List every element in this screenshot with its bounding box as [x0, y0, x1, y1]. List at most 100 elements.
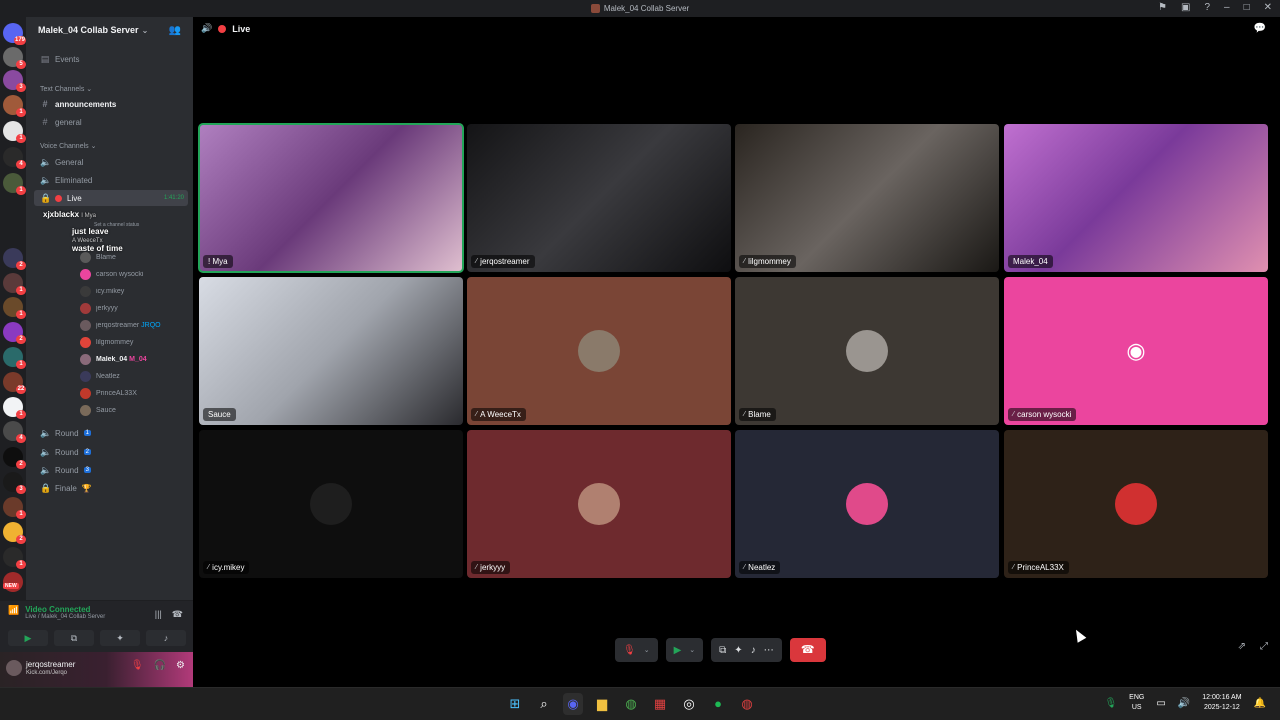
video-editor-icon[interactable]: ▦ [650, 693, 670, 715]
server-icon[interactable]: 1 [3, 121, 26, 143]
file-explorer-icon[interactable]: ▆ [592, 693, 612, 715]
titlebar-controls: ⚑ ▣ ? – □ ✕ [1158, 2, 1272, 14]
activities-icon[interactable]: ✦ [734, 645, 742, 656]
server-icon[interactable] [3, 572, 23, 592]
server-icon[interactable]: 3 [3, 70, 26, 92]
discord-app-icon[interactable]: ◉ [563, 693, 583, 715]
avatar-tile[interactable]: ⁄ PrinceAL33X [1004, 430, 1268, 578]
maximize-icon[interactable]: □ [1244, 2, 1250, 14]
channel-round-2[interactable]: 🔈 Round 2 [34, 444, 188, 460]
server-icon[interactable]: 22 [3, 372, 26, 394]
voice-status[interactable]: 📶 Video Connected Live / Malek_04 Collab… [8, 605, 105, 620]
avatar-tile[interactable]: ⁄ icy.mikey [199, 430, 463, 578]
avatar[interactable] [6, 660, 22, 676]
screen-share-icon[interactable]: ⧉ [719, 645, 726, 656]
inbox-icon[interactable]: ▣ [1181, 2, 1190, 14]
chevron-down-icon[interactable]: ⌄ [689, 646, 695, 654]
obs-icon[interactable]: ◎ [679, 693, 699, 715]
hash-icon: # [42, 117, 48, 127]
channel-events[interactable]: ▤ Events [34, 51, 188, 67]
camera-button[interactable]: ▶ [8, 630, 48, 646]
notifications-icon[interactable]: 🔔 [1254, 698, 1266, 709]
clock[interactable]: 12:00:16 AM 2025-12-12 [1202, 693, 1241, 713]
category-voice-channels[interactable]: Voice Channels ⌄ [40, 142, 96, 150]
direct-messages-icon[interactable]: 179 [3, 23, 26, 45]
volume-icon[interactable]: 🔊 [1178, 698, 1190, 709]
popout-icon[interactable]: ⇗ [1238, 641, 1246, 652]
channel-announcements[interactable]: # announcements [34, 96, 188, 112]
avatar-tile[interactable]: ⁄ Blame [735, 277, 999, 425]
activities-button[interactable]: ✦ [100, 630, 140, 646]
avatar-tile[interactable]: ⁄ Neatlez [735, 430, 999, 578]
microphone-muted-icon[interactable]: 🎙 [623, 645, 636, 656]
chat-icon[interactable]: 💬 [1254, 23, 1266, 34]
mic-control[interactable]: 🎙 ⌄ [615, 638, 658, 662]
member-name: icy.mikey [96, 287, 125, 295]
channel-general-text[interactable]: # general [34, 114, 188, 130]
channel-general-voice[interactable]: 🔈 General [34, 154, 188, 170]
language-indicator[interactable]: ENG US [1129, 693, 1144, 713]
server-icon[interactable]: 4 [3, 147, 26, 169]
more-icon[interactable]: ⋯ [764, 645, 774, 656]
server-icon[interactable]: 3 [3, 472, 26, 494]
search-icon[interactable]: ⌕ [534, 693, 554, 715]
tile-label: ⁄ Neatlez [739, 561, 781, 574]
server-icon[interactable]: 1 [3, 95, 26, 117]
soundboard-button[interactable]: ♪ [146, 630, 186, 646]
server-icon[interactable]: 1 [3, 547, 26, 569]
headphones-icon[interactable]: 🎧 [154, 660, 166, 671]
extra-controls: ⧉ ✦ ♪ ⋯ [711, 638, 782, 662]
category-text-channels[interactable]: Text Channels ⌄ [40, 85, 92, 93]
avatar-tile[interactable]: ⁄ jerkyyy [467, 430, 731, 578]
screen-share-button[interactable]: ⧉ [54, 630, 94, 646]
video-tile[interactable]: ⁄ jerqostreamer [467, 124, 731, 272]
mic-muted-icon: ⁄ [208, 564, 210, 571]
channel-finale[interactable]: 🔒 Finale 🏆 [34, 480, 188, 496]
spotify-icon[interactable]: ● [708, 693, 728, 715]
soundboard-icon[interactable]: ♪ [751, 645, 756, 656]
noise-suppression-icon[interactable]: ||| [155, 609, 162, 620]
video-tile[interactable]: ! Mya [198, 123, 464, 273]
invite-people-icon[interactable]: 👥 [169, 25, 181, 36]
start-icon[interactable]: ⊞ [505, 693, 525, 715]
fullscreen-icon[interactable]: ⤢ [1260, 641, 1268, 652]
channel-round-3[interactable]: 🔈 Round 3 [34, 462, 188, 478]
channel-round-1[interactable]: 🔈 Round 1 [34, 425, 188, 441]
server-icon[interactable]: 2 [3, 447, 26, 469]
chevron-down-icon[interactable]: ⌄ [644, 646, 650, 654]
chrome-icon[interactable]: ◍ [621, 693, 641, 715]
server-icon[interactable]: 1 [3, 497, 26, 519]
pin-icon[interactable]: ⚑ [1158, 2, 1167, 14]
server-icon[interactable]: 2 [3, 322, 26, 344]
server-icon[interactable]: 1 [3, 273, 26, 295]
mic-muted-icon: ⁄ [476, 258, 478, 265]
server-icon[interactable]: 1 [3, 397, 26, 419]
video-tile[interactable]: ⁄ lilgmommey [735, 124, 999, 272]
video-tile[interactable]: Sauce [199, 277, 463, 425]
camera-control[interactable]: ▶ ⌄ [665, 638, 704, 662]
server-icon[interactable]: 1 [3, 173, 26, 195]
server-icon[interactable]: 5 [3, 47, 26, 69]
channel-eliminated[interactable]: 🔈 Eliminated [34, 172, 188, 188]
server-icon[interactable]: 1 [3, 297, 26, 319]
tile-label: ⁄ carson wysocki [1008, 408, 1077, 421]
camera-icon[interactable]: ▶ [674, 645, 682, 656]
server-icon[interactable]: 1 [3, 347, 26, 369]
server-icon[interactable]: 4 [3, 421, 26, 443]
server-header[interactable]: Malek_04 Collab Server ⌄ 👥 [26, 17, 193, 43]
avatar-tile[interactable]: ◉ ⁄ carson wysocki [1004, 277, 1268, 425]
microphone-icon[interactable]: 🎙 [1104, 698, 1117, 709]
browser-icon[interactable]: ◍ [737, 693, 757, 715]
help-icon[interactable]: ? [1204, 2, 1210, 14]
minimize-icon[interactable]: – [1224, 2, 1230, 14]
channel-live[interactable]: 🔒 Live 1:41:20 [34, 190, 188, 206]
avatar-tile[interactable]: ⁄ A WeeceTx [467, 277, 731, 425]
close-icon[interactable]: ✕ [1264, 2, 1272, 14]
server-icon[interactable]: 2 [3, 522, 26, 544]
microphone-muted-icon[interactable]: 🎙 [131, 660, 144, 671]
video-tile[interactable]: Malek_04 [1004, 124, 1268, 272]
hang-up-button[interactable]: ☎ [789, 638, 826, 662]
disconnect-icon[interactable]: ☎ [172, 609, 183, 620]
network-icon[interactable]: ▭ [1156, 698, 1165, 709]
gear-icon[interactable]: ⚙ [176, 660, 185, 671]
